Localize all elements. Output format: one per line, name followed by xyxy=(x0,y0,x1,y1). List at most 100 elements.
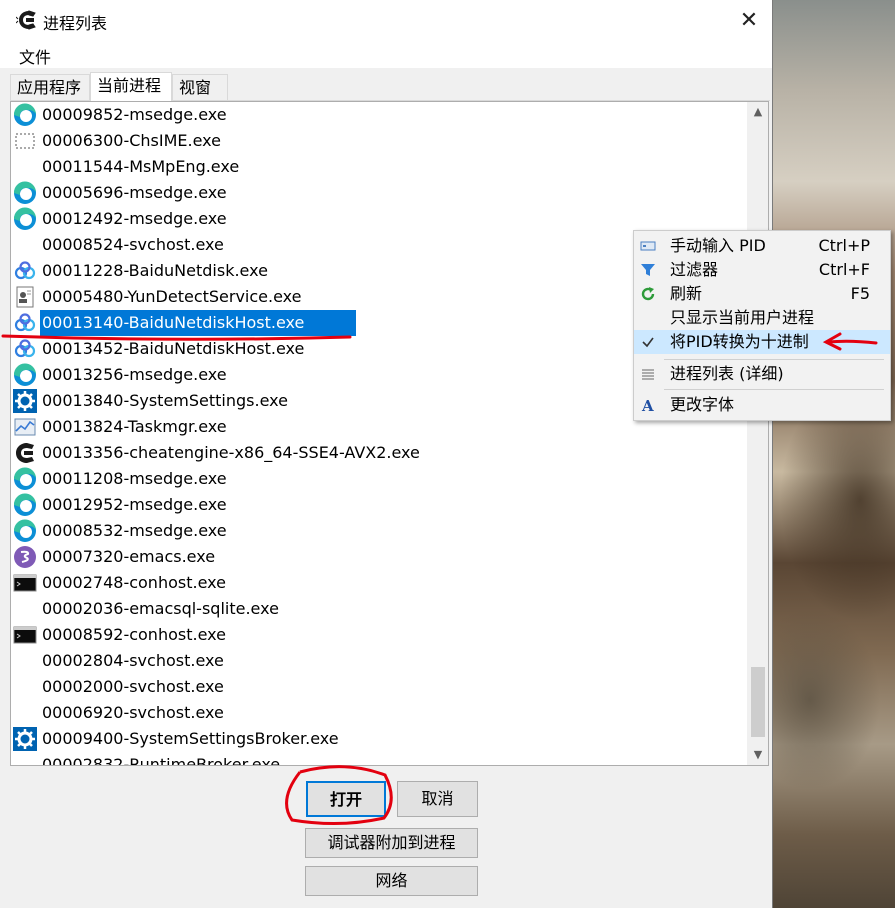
ime-icon xyxy=(13,129,37,153)
attach-debugger-button[interactable]: 调试器附加到进程 xyxy=(305,828,478,858)
process-label: 00013140-BaiduNetdiskHost.exe xyxy=(40,310,307,336)
menu-item-label: 过滤器 xyxy=(670,260,719,279)
process-label: 00013840-SystemSettings.exe xyxy=(42,391,288,410)
menu-item-label: 进程列表 (详细) xyxy=(670,364,784,383)
process-row[interactable]: 00012492-msedge.exe xyxy=(11,206,748,232)
process-label: 00013824-Taskmgr.exe xyxy=(42,417,227,436)
settings-gear-icon xyxy=(13,389,37,413)
menu-item-label: 更改字体 xyxy=(670,395,735,414)
vertical-scrollbar[interactable]: ▲ ▼ xyxy=(747,102,768,765)
process-label: 00012952-msedge.exe xyxy=(42,495,227,514)
process-row[interactable]: 00007320-emacs.exe xyxy=(11,544,748,570)
process-row[interactable]: 00009400-SystemSettingsBroker.exe xyxy=(11,726,748,752)
menu-bar: 文件 xyxy=(0,40,772,68)
menu-item-shortcut: Ctrl+P xyxy=(818,236,870,255)
process-list: 00009852-msedge.exe 00006300-ChsIME.exe 00… xyxy=(11,102,748,766)
process-label: 00013256-msedge.exe xyxy=(42,365,227,384)
process-label: 00008592-conhost.exe xyxy=(42,625,226,644)
keyboard-input-icon xyxy=(640,241,656,251)
refresh-icon xyxy=(641,287,655,301)
process-row[interactable]: 00013356-cheatengine-x86_64-SSE4-AVX2.ex… xyxy=(11,440,748,466)
menu-file[interactable]: 文件 xyxy=(19,44,51,68)
process-list-window: 进程列表 ✕ 文件 应用程序 当前进程 视窗 00009852-msedge.e… xyxy=(0,0,773,908)
menu-item-current-user-only[interactable]: 只显示当前用户进程 xyxy=(634,306,890,330)
list-icon xyxy=(642,369,654,380)
process-row[interactable]: 00009852-msedge.exe xyxy=(11,102,748,128)
process-label: 00002748-conhost.exe xyxy=(42,573,226,592)
process-label: 00013452-BaiduNetdiskHost.exe xyxy=(42,339,305,358)
menu-separator xyxy=(664,389,884,390)
menu-item-pid-to-decimal[interactable]: 将PID转换为十进制 xyxy=(634,330,890,354)
menu-item-label: 手动输入 PID xyxy=(670,236,766,255)
title-bar[interactable]: 进程列表 ✕ xyxy=(0,0,772,40)
settings-gear-icon xyxy=(13,727,37,751)
taskmgr-icon xyxy=(13,415,37,439)
tab-current-processes[interactable]: 当前进程 xyxy=(90,72,172,101)
process-row[interactable]: 00006300-ChsIME.exe xyxy=(11,128,748,154)
network-button[interactable]: 网络 xyxy=(305,866,478,896)
open-button[interactable]: 打开 xyxy=(306,781,386,817)
tab-applications[interactable]: 应用程序 xyxy=(10,74,90,100)
menu-item-shortcut: Ctrl+F xyxy=(818,260,870,279)
process-row[interactable]: 00002804-svchost.exe xyxy=(11,648,748,674)
process-row[interactable]: 00002748-conhost.exe xyxy=(11,570,748,596)
console-icon xyxy=(13,571,37,595)
process-label: 00005480-YunDetectService.exe xyxy=(42,287,302,306)
menu-item-filter[interactable]: 过滤器 Ctrl+F xyxy=(634,258,890,282)
edge-icon xyxy=(13,467,37,491)
menu-item-shortcut: F5 xyxy=(850,284,870,303)
process-label: 00002000-svchost.exe xyxy=(42,677,224,696)
svg-text:A: A xyxy=(641,397,654,413)
process-row[interactable]: 00011208-msedge.exe xyxy=(11,466,748,492)
edge-icon xyxy=(13,103,37,127)
edge-icon xyxy=(13,363,37,387)
process-row[interactable]: 00002000-svchost.exe xyxy=(11,674,748,700)
process-label: 00008524-svchost.exe xyxy=(42,235,224,254)
menu-separator xyxy=(664,359,884,360)
window-title: 进程列表 xyxy=(43,14,108,33)
process-label: 00006920-svchost.exe xyxy=(42,703,224,722)
process-label: 00005696-msedge.exe xyxy=(42,183,227,202)
cheatengine-icon xyxy=(16,10,36,30)
tab-strip: 应用程序 当前进程 视窗 xyxy=(10,72,770,101)
process-label: 00002832-RuntimeBroker.exe xyxy=(42,755,281,766)
console-icon xyxy=(13,623,37,647)
emacs-icon xyxy=(13,545,37,569)
process-label: 00011208-msedge.exe xyxy=(42,469,227,488)
menu-item-manual-pid[interactable]: 手动输入 PID Ctrl+P xyxy=(634,234,890,258)
process-label: 00009400-SystemSettingsBroker.exe xyxy=(42,729,339,748)
menu-item-label: 刷新 xyxy=(670,284,703,303)
menu-item-process-list-detail[interactable]: 进程列表 (详细) xyxy=(634,362,890,386)
process-label: 00012492-msedge.exe xyxy=(42,209,227,228)
tab-windows[interactable]: 视窗 xyxy=(172,74,228,100)
process-row[interactable]: 00005696-msedge.exe xyxy=(11,180,748,206)
cancel-button[interactable]: 取消 xyxy=(397,781,478,817)
process-label: 00008532-msedge.exe xyxy=(42,521,227,540)
edge-icon xyxy=(13,207,37,231)
document-user-icon xyxy=(13,285,37,309)
edge-icon xyxy=(13,519,37,543)
process-row[interactable]: 00008592-conhost.exe xyxy=(11,622,748,648)
menu-item-change-font[interactable]: A 更改字体 xyxy=(634,393,890,417)
process-listbox[interactable]: 00009852-msedge.exe 00006300-ChsIME.exe 00… xyxy=(10,101,769,766)
process-label: 00007320-emacs.exe xyxy=(42,547,216,566)
process-row[interactable]: 00006920-svchost.exe xyxy=(11,700,748,726)
scroll-up-icon[interactable]: ▲ xyxy=(748,102,768,122)
process-label: 00011544-MsMpEng.exe xyxy=(42,157,240,176)
process-row[interactable]: 00011544-MsMpEng.exe xyxy=(11,154,748,180)
context-menu: 手动输入 PID Ctrl+P 过滤器 Ctrl+F 刷新 F5 只显示当前用户… xyxy=(633,230,891,421)
filter-icon xyxy=(641,264,655,276)
menu-item-refresh[interactable]: 刷新 F5 xyxy=(634,282,890,306)
font-icon: A xyxy=(641,397,654,413)
scroll-thumb[interactable] xyxy=(751,667,765,737)
process-row[interactable]: 00002832-RuntimeBroker.exe xyxy=(11,752,748,766)
scroll-down-icon[interactable]: ▼ xyxy=(748,745,768,765)
edge-icon xyxy=(13,181,37,205)
process-row[interactable]: 00008532-msedge.exe xyxy=(11,518,748,544)
close-icon[interactable]: ✕ xyxy=(726,0,772,40)
process-row[interactable]: 00002036-emacsql-sqlite.exe xyxy=(11,596,748,622)
process-row[interactable]: 00012952-msedge.exe xyxy=(11,492,748,518)
process-label: 00009852-msedge.exe xyxy=(42,105,227,124)
baidu-netdisk-icon xyxy=(13,259,37,283)
edge-icon xyxy=(13,493,37,517)
